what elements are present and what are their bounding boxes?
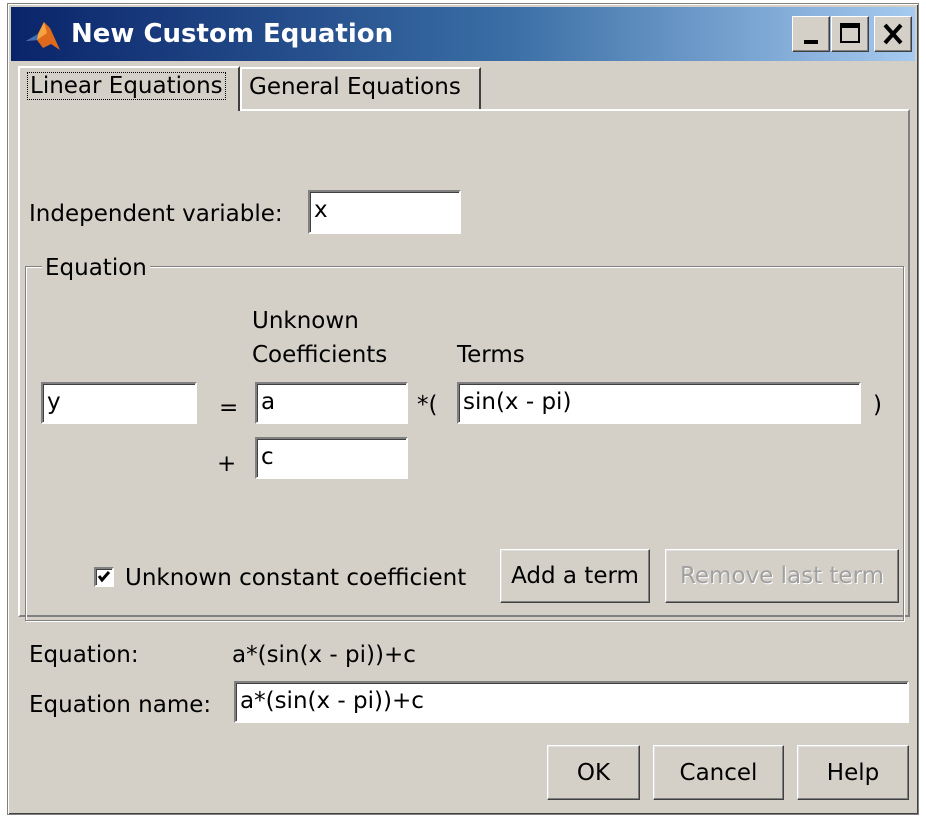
coefficients-header-line1: Unknown — [252, 308, 359, 334]
terms-header: Terms — [457, 342, 525, 368]
window-title: New Custom Equation — [71, 19, 394, 49]
tab-general-equations[interactable]: General Equations — [240, 67, 481, 111]
equation-name-input[interactable]: a*(sin(x - pi))+c — [234, 681, 909, 723]
unknown-constant-label[interactable]: Unknown constant coefficient — [125, 563, 466, 593]
ok-button[interactable]: OK — [547, 745, 640, 800]
multiply-open-paren: *( — [417, 392, 438, 418]
dependent-variable-input[interactable]: y — [41, 382, 197, 424]
equals-sign: = — [219, 395, 239, 421]
coefficient-input-1[interactable]: a — [255, 382, 408, 424]
equation-display-value: a*(sin(x - pi))+c — [232, 642, 416, 668]
minimize-icon — [804, 40, 818, 44]
close-paren: ) — [873, 392, 882, 418]
unknown-constant-checkbox[interactable] — [94, 567, 114, 587]
equation-name-label: Equation name: — [29, 692, 212, 718]
equation-group-legend: Equation — [42, 254, 150, 282]
close-icon — [883, 23, 903, 45]
maximize-button[interactable] — [831, 16, 869, 52]
independent-variable-input[interactable]: x — [308, 190, 461, 234]
maximize-icon — [840, 23, 860, 43]
remove-last-term-button[interactable]: Remove last term — [665, 549, 899, 603]
help-button[interactable]: Help — [797, 745, 909, 800]
minimize-button[interactable] — [792, 16, 830, 52]
cancel-button[interactable]: Cancel — [653, 745, 784, 800]
constant-coefficient-input[interactable]: c — [255, 437, 408, 479]
tab-linear-equations[interactable]: Linear Equations — [18, 66, 240, 111]
term-input-1[interactable]: sin(x - pi) — [457, 382, 861, 424]
add-term-button[interactable]: Add a term — [500, 549, 650, 603]
matlab-logo-icon — [23, 15, 63, 55]
equation-display-label: Equation: — [29, 642, 139, 668]
independent-variable-label: Independent variable: — [29, 201, 283, 227]
coefficients-header-line2: Coefficients — [252, 342, 388, 368]
close-button[interactable] — [874, 16, 912, 52]
plus-sign: + — [217, 451, 237, 477]
title-bar[interactable]: New Custom Equation — [11, 7, 915, 61]
dialog-window: New Custom Equation Linear Equations Gen… — [7, 3, 919, 815]
checkmark-icon — [97, 571, 111, 583]
